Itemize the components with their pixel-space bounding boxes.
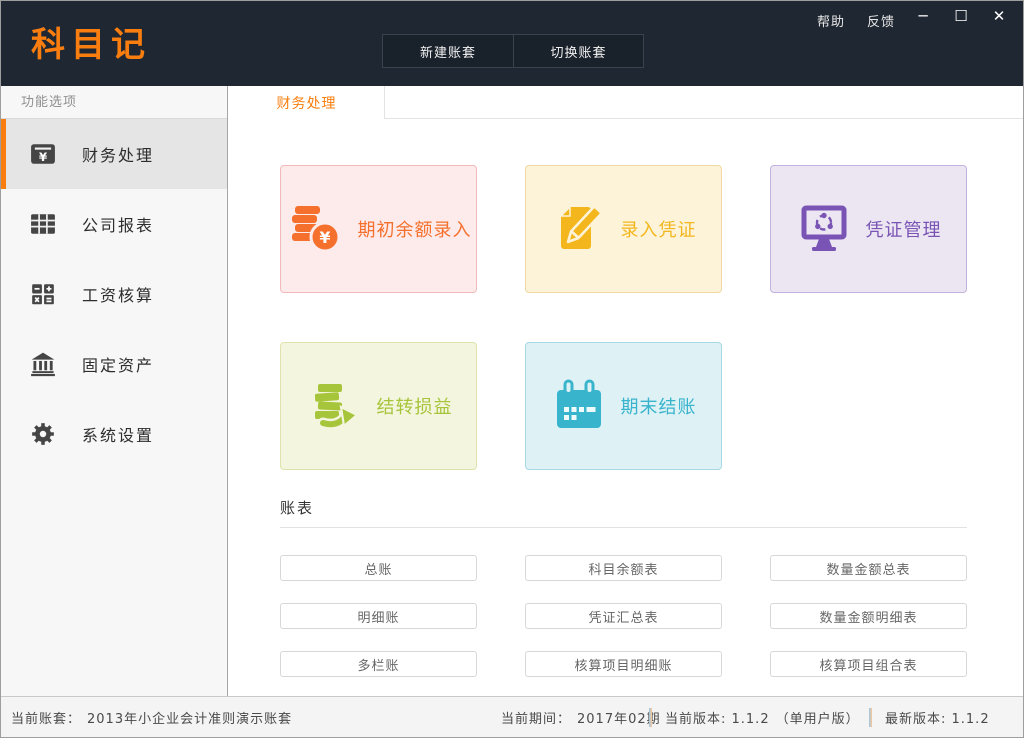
- coins-yen-icon: ¥: [286, 201, 344, 257]
- card-label: 期末结账: [621, 393, 697, 419]
- svg-text:¥: ¥: [39, 150, 48, 164]
- report-buttons: 总账 科目余额表 数量金额总表 明细账 凭证汇总表 数量金额明细表 多栏账 核算…: [280, 555, 1023, 677]
- bank-icon: [30, 351, 56, 377]
- current-account-set-label: 当前账套：: [11, 708, 81, 727]
- current-account-set-value: 2013年小企业会计准则演示账套: [87, 708, 292, 727]
- sidebar-item-label: 公司报表: [82, 212, 154, 236]
- header-links: 帮助 反馈: [817, 11, 895, 30]
- card-label: 录入凭证: [621, 216, 697, 242]
- report-button-multi-column-ledger[interactable]: 多栏账: [280, 651, 477, 677]
- sidebar-item-settings[interactable]: 系统设置: [1, 399, 227, 469]
- current-version: 当前版本: 1.1.2 （单用户版）: [665, 697, 860, 737]
- function-cards: ¥ 期初余额录入 录入凭证: [280, 165, 1023, 470]
- card-label: 凭证管理: [866, 216, 942, 242]
- report-button-accounting-item-combination[interactable]: 核算项目组合表: [770, 651, 967, 677]
- account-actions: 新建账套 切换账套: [382, 34, 644, 68]
- tab-bar: 财务处理: [229, 86, 1023, 119]
- title-bar: 科目记 新建账套 切换账套 帮助 反馈 ─ ☐ ✕: [1, 1, 1023, 86]
- sidebar-item-finance[interactable]: ¥ 财务处理: [1, 119, 227, 189]
- svg-text:¥: ¥: [319, 228, 330, 247]
- report-button-account-balance[interactable]: 科目余额表: [525, 555, 722, 581]
- sidebar-item-company-reports[interactable]: 公司报表: [1, 189, 227, 259]
- report-button-quantity-amount-summary[interactable]: 数量金额总表: [770, 555, 967, 581]
- sidebar-item-label: 财务处理: [82, 142, 154, 166]
- monitor-icon: [796, 201, 852, 257]
- current-version-edition: （单用户版）: [776, 708, 860, 727]
- card-voucher-entry[interactable]: 录入凭证: [525, 165, 722, 293]
- sidebar-item-fixed-assets[interactable]: 固定资产: [1, 329, 227, 399]
- reports-divider: [280, 527, 967, 528]
- app-window: 科目记 新建账套 切换账套 帮助 反馈 ─ ☐ ✕ 功能选项 ¥ 财务处理: [0, 0, 1024, 738]
- new-account-set-button[interactable]: 新建账套: [383, 35, 513, 67]
- sidebar-item-label: 固定资产: [82, 352, 154, 376]
- card-label: 期初余额录入: [358, 216, 472, 242]
- gear-icon: [30, 421, 56, 447]
- card-period-end-closing[interactable]: 期末结账: [525, 342, 722, 470]
- sidebar-item-payroll[interactable]: 工资核算: [1, 259, 227, 329]
- feedback-link[interactable]: 反馈: [867, 11, 895, 30]
- calculator-icon: [30, 281, 56, 307]
- sidebar-item-label: 系统设置: [82, 422, 154, 446]
- edit-pencil-icon: [551, 201, 607, 257]
- report-button-detail-ledger[interactable]: 明细账: [280, 603, 477, 629]
- sidebar-item-label: 工资核算: [82, 282, 154, 306]
- card-voucher-management[interactable]: 凭证管理: [770, 165, 967, 293]
- current-period: 当前期间： 2017年02期: [501, 697, 661, 737]
- card-profit-loss-carryover[interactable]: 结转损益: [280, 342, 477, 470]
- minimize-icon[interactable]: ─: [913, 7, 933, 25]
- card-initial-balance-entry[interactable]: ¥ 期初余额录入: [280, 165, 477, 293]
- report-button-accounting-item-detail[interactable]: 核算项目明细账: [525, 651, 722, 677]
- report-button-voucher-summary[interactable]: 凭证汇总表: [525, 603, 722, 629]
- latest-version: 最新版本: 1.1.2: [885, 697, 990, 737]
- current-period-label: 当前期间：: [501, 708, 571, 727]
- sidebar: 功能选项 ¥ 财务处理 公司报表: [1, 86, 228, 696]
- yen-badge-icon: ¥: [30, 141, 56, 167]
- maximize-icon[interactable]: ☐: [951, 7, 971, 25]
- sidebar-header: 功能选项: [1, 86, 227, 119]
- status-bar: 当前账套： 2013年小企业会计准则演示账套 当前期间： 2017年02期 当前…: [1, 696, 1023, 737]
- transfer-arrow-icon: [305, 378, 363, 434]
- current-account-set: 当前账套： 2013年小企业会计准则演示账套: [11, 697, 292, 737]
- tab-finance[interactable]: 财务处理: [229, 86, 385, 119]
- main-content: ¥ 期初余额录入 录入凭证: [229, 119, 1023, 696]
- report-button-general-ledger[interactable]: 总账: [280, 555, 477, 581]
- status-divider: [649, 708, 652, 727]
- status-divider: [869, 708, 872, 727]
- current-version-label: 当前版本: 1.1.2: [665, 708, 770, 727]
- reports-heading: 账表: [280, 497, 1023, 518]
- card-label: 结转损益: [377, 393, 453, 419]
- close-icon[interactable]: ✕: [989, 7, 1009, 25]
- calendar-icon: [551, 378, 607, 434]
- table-icon: [30, 211, 56, 237]
- latest-version-label: 最新版本: 1.1.2: [885, 708, 990, 727]
- window-controls: ─ ☐ ✕: [913, 7, 1009, 25]
- report-button-quantity-amount-detail[interactable]: 数量金额明细表: [770, 603, 967, 629]
- help-link[interactable]: 帮助: [817, 11, 845, 30]
- switch-account-set-button[interactable]: 切换账套: [513, 35, 643, 67]
- app-logo: 科目记: [31, 17, 151, 66]
